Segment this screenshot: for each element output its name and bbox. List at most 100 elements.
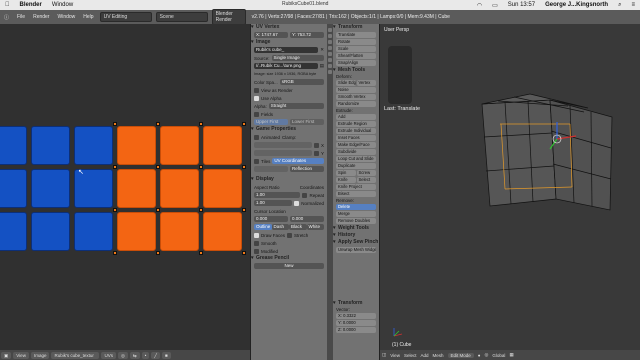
- duplicate-button[interactable]: Duplicate: [336, 163, 376, 169]
- uv-vertex-handle[interactable]: [113, 208, 117, 212]
- merge-button[interactable]: Merge: [336, 211, 376, 217]
- viewport-view-menu[interactable]: View: [390, 353, 400, 358]
- image-actions-icon[interactable]: ✕: [320, 47, 324, 53]
- knife-button[interactable]: Knife: [336, 177, 356, 183]
- uv-vertex-handle[interactable]: [242, 208, 246, 212]
- rotate-button[interactable]: Rotate: [336, 39, 376, 45]
- folder-icon[interactable]: ▤: [320, 63, 324, 69]
- inset-faces-button[interactable]: Inset Faces: [336, 135, 376, 141]
- shear-flatten-button[interactable]: Shear/Flatten: [336, 53, 376, 59]
- mode-selector[interactable]: Edit Mode: [447, 352, 474, 358]
- uv-image-editor[interactable]: ↖: [0, 24, 250, 350]
- vector-z-field[interactable]: Z: 0.0000: [336, 327, 376, 333]
- menu-render[interactable]: Render: [29, 14, 53, 20]
- uv-vertex-handle[interactable]: [156, 165, 160, 169]
- layers-icon[interactable]: ▦: [509, 352, 513, 358]
- cursor-y-field[interactable]: 0.000: [290, 216, 324, 222]
- clock[interactable]: Sun 13:57: [508, 2, 535, 8]
- vertex-button[interactable]: Vertex: [356, 80, 376, 86]
- normalized-checkbox[interactable]: [294, 200, 300, 206]
- bisect-button[interactable]: Bisect: [336, 191, 376, 197]
- vector-y-field[interactable]: Y: 0.0000: [336, 320, 376, 326]
- orientation-selector[interactable]: Global: [492, 353, 505, 358]
- cube-wireframe[interactable]: [380, 24, 640, 350]
- app-menu[interactable]: Blender: [20, 2, 42, 8]
- draw-faces-checkbox[interactable]: [254, 232, 259, 238]
- sync-icon[interactable]: ⇆: [129, 351, 140, 359]
- history-header[interactable]: History: [333, 232, 379, 239]
- extrude-individual-button[interactable]: Extrude Individual: [336, 128, 376, 134]
- apply-sew-pinch-header[interactable]: Apply Sew Pinch: [333, 239, 379, 246]
- orange-uv-face[interactable]: [203, 126, 242, 165]
- noise-button[interactable]: Noise: [336, 87, 376, 93]
- use-alpha-checkbox[interactable]: [254, 95, 259, 101]
- orange-uv-face[interactable]: [160, 169, 199, 208]
- image-header[interactable]: Image: [251, 39, 327, 46]
- uv-vertex-handle[interactable]: [199, 251, 203, 255]
- info-icon[interactable]: ⓘ: [0, 14, 13, 21]
- reflection-button[interactable]: Reflection: [290, 166, 324, 172]
- face-select-icon[interactable]: ■: [162, 351, 171, 359]
- color-space-selector[interactable]: sRGB: [279, 79, 324, 85]
- fields-checkbox[interactable]: [254, 111, 259, 117]
- viewport-mesh-menu[interactable]: Mesh: [432, 353, 443, 358]
- knife-project-button[interactable]: Knife Project: [336, 184, 376, 190]
- blue-uv-face[interactable]: [31, 212, 70, 251]
- uv-y-field[interactable]: Y: 753.72: [290, 32, 324, 38]
- wifi-icon[interactable]: ◠: [477, 2, 482, 9]
- uv-vertex-handle[interactable]: [113, 122, 117, 126]
- stretch-checkbox[interactable]: [287, 232, 293, 238]
- snap-align-button[interactable]: Snap/Align: [336, 60, 376, 66]
- loop-cut-button[interactable]: Loop Cut and Slide: [336, 156, 376, 162]
- scale-button[interactable]: Scale: [336, 46, 376, 52]
- white-button[interactable]: White: [306, 224, 324, 230]
- uv-coordinates-button[interactable]: UV Coordinates: [272, 158, 324, 164]
- uv-vertex-handle[interactable]: [242, 122, 246, 126]
- translate-button[interactable]: Translate: [336, 32, 376, 38]
- outline-button[interactable]: Outline: [254, 224, 272, 230]
- orange-uv-face[interactable]: [203, 212, 242, 251]
- uv-vertex-handle[interactable]: [199, 165, 203, 169]
- orange-uv-face[interactable]: [117, 126, 156, 165]
- user-menu[interactable]: George J...Kingsnorth: [545, 2, 608, 8]
- uv-vertex-handle[interactable]: [156, 122, 160, 126]
- lower-first-button[interactable]: Lower First: [290, 119, 324, 125]
- uv-image-menu[interactable]: Image: [30, 351, 50, 359]
- add-button[interactable]: Add: [336, 114, 376, 120]
- blue-uv-face[interactable]: [0, 212, 27, 251]
- weight-tools-header[interactable]: Weight Tools: [333, 225, 379, 232]
- vertex-select-icon[interactable]: •: [141, 351, 150, 359]
- transform-header[interactable]: Transform: [333, 24, 379, 31]
- alpha-selector[interactable]: Straight: [268, 103, 324, 109]
- slide-edge-button[interactable]: Slide Edge: [336, 80, 356, 86]
- smooth-checkbox[interactable]: [254, 240, 259, 246]
- blue-uv-face[interactable]: [0, 169, 27, 208]
- grease-pencil-header[interactable]: Grease Pencil: [251, 255, 327, 262]
- menu-window[interactable]: Window: [53, 14, 79, 20]
- list-icon[interactable]: ≡: [631, 2, 635, 8]
- menu-help[interactable]: Help: [79, 14, 97, 20]
- window-menu[interactable]: Window: [52, 2, 73, 8]
- uv-view-menu[interactable]: View: [13, 351, 29, 359]
- dash-button[interactable]: Dash: [271, 224, 289, 230]
- blue-uv-face[interactable]: [31, 169, 70, 208]
- uvs-menu[interactable]: UVs: [101, 351, 116, 359]
- randomize-button[interactable]: Randomize: [336, 101, 376, 107]
- uv-vertex-handle[interactable]: [242, 165, 246, 169]
- orange-uv-face[interactable]: [117, 169, 156, 208]
- uv-vertex-handle[interactable]: [242, 251, 246, 255]
- render-engine-selector[interactable]: Blender Render: [211, 9, 246, 25]
- apple-icon[interactable]: : [5, 2, 10, 8]
- view-as-render-checkbox[interactable]: [254, 87, 259, 93]
- spotlight-icon[interactable]: ⌕: [618, 2, 621, 9]
- screw-button[interactable]: Screw: [356, 170, 376, 176]
- repeat-checkbox[interactable]: [302, 192, 308, 198]
- tiles-checkbox[interactable]: [254, 158, 259, 164]
- 3d-viewport[interactable]: User Persp (1) Cube: [380, 24, 640, 350]
- orange-uv-face[interactable]: [160, 212, 199, 251]
- uv-vertex-header[interactable]: UV Vertex: [251, 24, 327, 31]
- game-properties-header[interactable]: Game Properties: [251, 126, 327, 133]
- uv-editor-type-icon[interactable]: ▣: [1, 351, 12, 359]
- scene-selector[interactable]: Scene: [155, 12, 208, 22]
- pivot-icon[interactable]: ◎: [117, 351, 128, 359]
